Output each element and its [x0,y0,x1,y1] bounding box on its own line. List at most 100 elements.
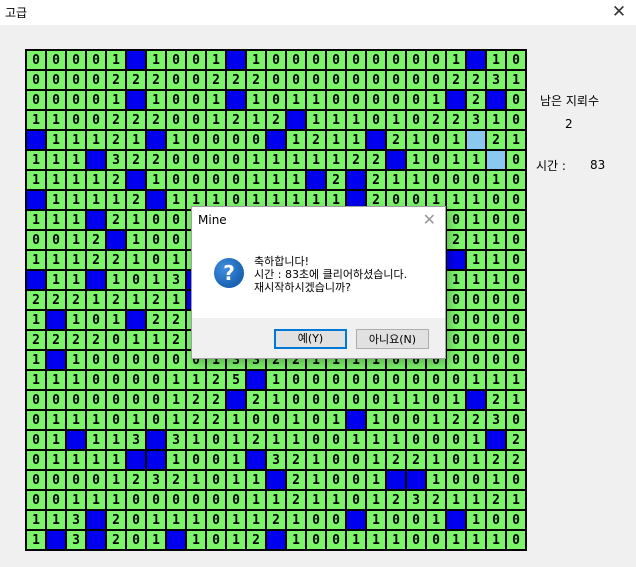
revealed-cell[interactable]: 2 [226,110,246,130]
revealed-cell[interactable]: 0 [26,230,46,250]
revealed-cell[interactable]: 1 [26,210,46,230]
revealed-cell[interactable]: 1 [446,130,466,150]
revealed-cell[interactable]: 2 [426,490,446,510]
revealed-cell[interactable]: 1 [166,410,186,430]
revealed-cell[interactable]: 1 [26,370,46,390]
revealed-cell[interactable]: 0 [386,370,406,390]
revealed-cell[interactable]: 0 [446,330,466,350]
flag-cell[interactable] [286,110,306,130]
revealed-cell[interactable]: 1 [66,370,86,390]
revealed-cell[interactable]: 2 [66,330,86,350]
revealed-cell[interactable]: 0 [166,150,186,170]
revealed-cell[interactable]: 0 [326,370,346,390]
flag-cell[interactable] [86,510,106,530]
revealed-cell[interactable]: 0 [66,90,86,110]
revealed-cell[interactable]: 0 [306,390,326,410]
revealed-cell[interactable]: 0 [386,90,406,110]
revealed-cell[interactable]: 1 [406,390,426,410]
revealed-cell[interactable]: 2 [386,490,406,510]
revealed-cell[interactable]: 0 [466,470,486,490]
revealed-cell[interactable]: 0 [406,90,426,110]
revealed-cell[interactable]: 1 [146,170,166,190]
flag-cell[interactable] [346,410,366,430]
flag-cell[interactable] [46,350,66,370]
revealed-cell[interactable]: 1 [366,410,386,430]
revealed-cell[interactable]: 0 [146,250,166,270]
revealed-cell[interactable]: 1 [146,50,166,70]
revealed-cell[interactable]: 1 [66,410,86,430]
revealed-cell[interactable]: 3 [66,510,86,530]
revealed-cell[interactable]: 1 [366,530,386,550]
revealed-cell[interactable]: 0 [86,310,106,330]
revealed-cell[interactable]: 2 [206,390,226,410]
revealed-cell[interactable]: 1 [126,410,146,430]
revealed-cell[interactable]: 1 [426,450,446,470]
flag-cell[interactable] [386,150,406,170]
revealed-cell[interactable]: 1 [466,210,486,230]
revealed-cell[interactable]: 2 [246,430,266,450]
revealed-cell[interactable]: 1 [226,510,246,530]
revealed-cell[interactable]: 1 [166,290,186,310]
revealed-cell[interactable]: 1 [66,130,86,150]
revealed-cell[interactable]: 2 [246,70,266,90]
flag-cell[interactable] [406,470,426,490]
revealed-cell[interactable]: 0 [446,450,466,470]
revealed-cell[interactable]: 0 [46,70,66,90]
revealed-cell[interactable]: 1 [306,470,326,490]
revealed-cell[interactable]: 0 [346,450,366,470]
revealed-cell[interactable]: 0 [506,210,526,230]
revealed-cell[interactable]: 1 [166,390,186,410]
revealed-cell[interactable]: 0 [386,70,406,90]
revealed-cell[interactable]: 1 [306,110,326,130]
revealed-cell[interactable]: 1 [86,170,106,190]
revealed-cell[interactable]: 2 [106,170,126,190]
revealed-cell[interactable]: 1 [346,430,366,450]
revealed-cell[interactable]: 0 [506,110,526,130]
revealed-cell[interactable]: 2 [46,330,66,350]
revealed-cell[interactable]: 0 [206,530,226,550]
revealed-cell[interactable]: 0 [146,210,166,230]
revealed-cell[interactable]: 0 [46,230,66,250]
revealed-cell[interactable]: 1 [46,410,66,430]
revealed-cell[interactable]: 0 [446,210,466,230]
revealed-cell[interactable]: 0 [506,410,526,430]
revealed-cell[interactable]: 1 [26,510,46,530]
revealed-cell[interactable]: 0 [26,70,46,90]
flag-cell[interactable] [226,90,246,110]
revealed-cell[interactable]: 3 [466,110,486,130]
revealed-cell[interactable]: 2 [126,190,146,210]
revealed-cell[interactable]: 0 [106,350,126,370]
revealed-cell[interactable]: 0 [206,430,226,450]
revealed-cell[interactable]: 0 [166,50,186,70]
revealed-cell[interactable]: 3 [166,430,186,450]
revealed-cell[interactable]: 1 [506,70,526,90]
revealed-cell[interactable]: 2 [66,290,86,310]
revealed-cell[interactable]: 2 [106,530,126,550]
revealed-cell[interactable]: 1 [66,350,86,370]
revealed-cell[interactable]: 0 [146,490,166,510]
revealed-cell[interactable]: 0 [426,150,446,170]
revealed-cell[interactable]: 0 [266,70,286,90]
revealed-cell[interactable]: 0 [426,170,446,190]
revealed-cell[interactable]: 1 [466,270,486,290]
revealed-cell[interactable]: 0 [46,50,66,70]
revealed-cell[interactable]: 1 [486,250,506,270]
revealed-cell[interactable]: 1 [26,350,46,370]
revealed-cell[interactable]: 0 [406,50,426,70]
revealed-cell[interactable]: 1 [126,130,146,150]
revealed-cell[interactable]: 0 [506,250,526,270]
revealed-cell[interactable]: 0 [46,90,66,110]
revealed-cell[interactable]: 1 [406,130,426,150]
no-button[interactable]: 아니요(N) [356,329,429,349]
revealed-cell[interactable]: 0 [326,70,346,90]
revealed-cell[interactable]: 2 [446,230,466,250]
revealed-cell[interactable]: 1 [46,150,66,170]
revealed-cell[interactable]: 2 [146,110,166,130]
revealed-cell[interactable]: 0 [66,70,86,90]
revealed-cell[interactable]: 2 [46,290,66,310]
revealed-cell[interactable]: 0 [186,130,206,150]
revealed-cell[interactable]: 0 [486,330,506,350]
revealed-cell[interactable]: 1 [66,230,86,250]
revealed-cell[interactable]: 0 [326,430,346,450]
revealed-cell[interactable]: 0 [386,410,406,430]
